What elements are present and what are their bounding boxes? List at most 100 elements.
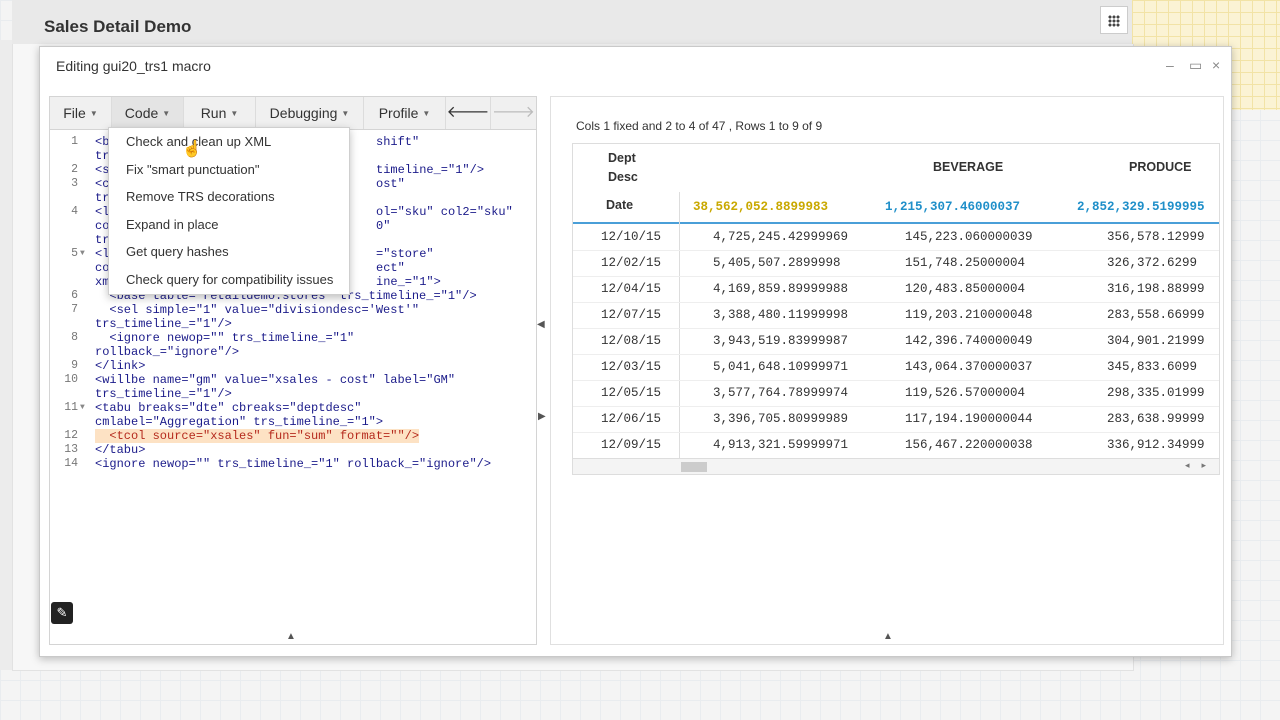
code-line: <tcol source="xsales" fun="sum" format="… <box>95 429 420 443</box>
table-row[interactable]: 12/08/15 3,943,519.83999987 142,396.740000… <box>573 328 1219 355</box>
table-row[interactable]: 12/03/15 5,041,648.10999971 143,064.370000… <box>573 354 1219 381</box>
value-cell: 283,638.99999 <box>1107 412 1205 426</box>
chevron-down-icon: ▼ <box>89 109 98 119</box>
fold-icon[interactable]: ▼ <box>80 249 85 258</box>
value-cell: 345,833.6099 <box>1107 360 1198 374</box>
horizontal-scrollbar[interactable]: ◂▸ <box>573 458 1219 474</box>
maximize-icon[interactable]: ▭ <box>1189 57 1202 74</box>
line-number: 6 <box>71 289 78 302</box>
table-row[interactable]: 12/04/15 4,169,859.89999988 120,483.850000… <box>573 276 1219 303</box>
value-cell: 119,526.57000004 <box>905 386 1026 400</box>
scrollbar-thumb[interactable] <box>681 462 707 472</box>
debugging-label: Debugging <box>269 105 338 121</box>
results-pane: Cols 1 fixed and 2 to 4 of 47 , Rows 1 t… <box>550 96 1224 645</box>
collapse-left-icon[interactable]: ◀ <box>537 319 545 330</box>
arrow-right-icon: 🡒 <box>492 104 535 121</box>
debugging-menu-button[interactable]: Debugging ▼ <box>256 97 364 129</box>
value-cell: 326,372.6299 <box>1107 256 1198 270</box>
value-cell: 142,396.740000049 <box>905 334 1033 348</box>
value-cell: 120,483.85000004 <box>905 282 1026 296</box>
totals-row: Date 38,562,052.8899983 1,215,307.460000… <box>573 190 1219 224</box>
menu-item-get-query-hashes[interactable]: Get query hashes <box>126 244 229 259</box>
total-value: 2,852,329.5199995 <box>1077 200 1205 214</box>
expand-up-icon[interactable]: ▲ <box>286 631 296 642</box>
code-line: 0" <box>376 219 391 233</box>
date-cell: 12/03/15 <box>601 360 662 374</box>
value-cell: 117,194.190000044 <box>905 412 1033 426</box>
value-cell: 143,064.370000037 <box>905 360 1033 374</box>
chevron-down-icon: ▼ <box>341 109 350 119</box>
expand-up-icon[interactable]: ▲ <box>883 631 893 642</box>
dialog-title: Editing gui20_trs1 macro <box>56 58 211 74</box>
date-cell: 12/08/15 <box>601 334 662 348</box>
value-cell: 5,041,648.10999971 <box>713 360 849 374</box>
code-line: <ignore newop="" trs_timeline_="1" <box>95 331 355 345</box>
value-cell: 4,725,245.42999969 <box>713 230 849 244</box>
chevron-down-icon: ▼ <box>162 109 171 119</box>
line-number: 14 <box>64 457 78 470</box>
file-label: File <box>63 105 86 121</box>
value-cell: 283,558.66999 <box>1107 308 1205 322</box>
value-cell: 119,203.210000048 <box>905 308 1033 322</box>
line-number: 11 <box>64 401 78 414</box>
column-header-beverage[interactable]: BEVERAGE <box>933 160 1003 174</box>
value-cell: 298,335.01999 <box>1107 386 1205 400</box>
code-line: ost" <box>376 177 405 191</box>
apps-grid-button[interactable] <box>1100 6 1128 34</box>
run-label: Run <box>200 105 227 121</box>
value-cell: 3,388,480.11999998 <box>713 308 849 322</box>
minimize-icon[interactable]: – <box>1166 57 1174 73</box>
table-row[interactable]: 12/07/15 3,388,480.11999998 119,203.210000… <box>573 302 1219 329</box>
table-row[interactable]: 12/10/15 4,725,245.42999969 145,223.060000… <box>573 224 1219 251</box>
collapse-right-icon[interactable]: ▶ <box>538 411 546 422</box>
menu-item-check-query-compatibility[interactable]: Check query for compatibility issues <box>126 272 333 287</box>
table-row[interactable]: 12/05/15 3,577,764.78999974 119,526.570000… <box>573 380 1219 407</box>
grid-icon <box>1108 15 1120 27</box>
value-cell: 4,169,859.89999988 <box>713 282 849 296</box>
code-line: timeline_="1"/> <box>376 163 485 177</box>
date-cell: 12/07/15 <box>601 308 662 322</box>
line-number: 7 <box>71 303 78 316</box>
code-line: trs_timeline_="1"/> <box>95 387 232 401</box>
profile-menu-button[interactable]: Profile ▼ <box>364 97 446 129</box>
code-dropdown-menu: Check and clean up XML Fix "smart punctu… <box>108 127 350 295</box>
line-number: 1 <box>71 135 78 148</box>
menu-item-expand-in-place[interactable]: Expand in place <box>126 217 219 232</box>
close-icon[interactable]: × <box>1212 57 1220 73</box>
code-line: ect" <box>376 261 405 275</box>
value-cell: 316,198.88999 <box>1107 282 1205 296</box>
column-header-produce[interactable]: PRODUCE <box>1129 160 1192 174</box>
code-line: trs_timeline_="1"/> <box>95 317 232 331</box>
code-line: <willbe name="gm" value="xsales - cost" … <box>95 373 456 387</box>
value-cell: 5,405,507.2899998 <box>713 256 841 270</box>
code-label: Code <box>124 105 159 121</box>
menu-item-remove-trs-decorations[interactable]: Remove TRS decorations <box>126 189 275 204</box>
total-value: 1,215,307.46000037 <box>885 200 1021 214</box>
edit-pencil-icon[interactable]: ✎ <box>51 602 73 624</box>
editor-toolbar: File ▼ Code ▼ Run ▼ Debugging ▼ Profile ▼ 🡐 🡒 <box>50 97 536 130</box>
code-line: <sel simple="1" value="divisiondesc='Wes… <box>95 303 420 317</box>
results-summary: Cols 1 fixed and 2 to 4 of 47 , Rows 1 t… <box>576 119 823 133</box>
menu-item-fix-smart-punctuation[interactable]: Fix "smart punctuation" <box>126 162 260 177</box>
line-number: 10 <box>64 373 78 386</box>
value-cell: 3,943,519.83999987 <box>713 334 849 348</box>
value-cell: 3,396,705.80999989 <box>713 412 849 426</box>
line-number: 5 <box>71 247 78 260</box>
date-cell: 12/02/15 <box>601 256 662 270</box>
run-menu-button[interactable]: Run ▼ <box>184 97 256 129</box>
table-row[interactable]: 12/02/15 5,405,507.2899998 151,748.2500000… <box>573 250 1219 277</box>
table-row[interactable]: 12/09/15 4,913,321.59999971 156,467.220000… <box>573 432 1219 459</box>
scroll-arrows-icon[interactable]: ◂▸ <box>1185 460 1218 471</box>
app-title: Sales Detail Demo <box>44 17 192 36</box>
fold-icon[interactable]: ▼ <box>80 403 85 412</box>
redo-button[interactable]: 🡒 <box>491 97 536 129</box>
date-cell: 12/04/15 <box>601 282 662 296</box>
code-line: shift" <box>376 135 420 149</box>
date-header: Date <box>606 198 634 212</box>
undo-button[interactable]: 🡐 <box>446 97 491 129</box>
table-row[interactable]: 12/06/15 3,396,705.80999989 117,194.190000… <box>573 406 1219 433</box>
file-menu-button[interactable]: File ▼ <box>50 97 112 129</box>
code-menu-button[interactable]: Code ▼ <box>112 97 184 129</box>
line-number: 4 <box>71 205 78 218</box>
date-cell: 12/10/15 <box>601 230 662 244</box>
